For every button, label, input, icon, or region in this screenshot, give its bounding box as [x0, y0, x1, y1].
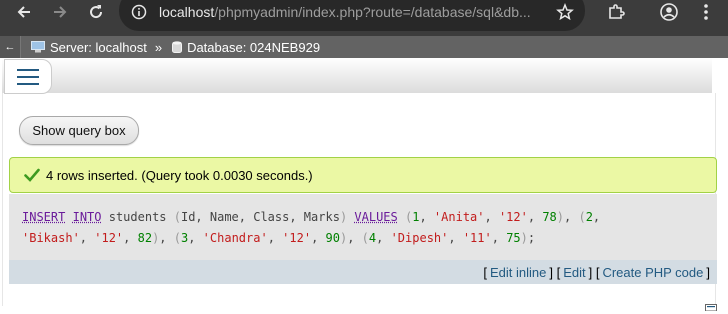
sql-token: 'Bikash'	[22, 231, 80, 245]
sql-token: ,	[188, 231, 203, 245]
breadcrumb: ← Server: localhost » Database: 024NEB92…	[0, 36, 728, 58]
sql-token: 78	[542, 210, 557, 224]
hamburger-icon	[17, 66, 39, 87]
address-bar[interactable]: localhost/phpmyadmin/index.php?route=/da…	[119, 0, 585, 31]
sql-token: 'Dipesh'	[390, 231, 449, 245]
site-info-icon[interactable]	[131, 4, 147, 20]
browser-toolbar: localhost/phpmyadmin/index.php?route=/da…	[0, 0, 728, 36]
top-menu-bar	[2, 58, 712, 94]
sql-token: Id, Name, Class, Marks	[180, 210, 340, 224]
star-icon	[556, 3, 574, 21]
bracket-mid-2: ] [	[588, 264, 600, 280]
forward-button[interactable]	[48, 0, 72, 24]
sql-token: ,	[347, 231, 362, 245]
sql-token: VALUES	[354, 210, 398, 224]
breadcrumb-server[interactable]: Server: localhost	[31, 40, 147, 55]
sql-line-2: 'Bikash', '12', 82), (3, 'Chandra', '12'…	[22, 228, 717, 249]
breadcrumb-server-label: Server: localhost	[50, 39, 147, 55]
database-icon	[172, 40, 183, 54]
arrow-left-icon	[17, 6, 30, 18]
sql-token: (	[578, 210, 586, 224]
browser-menu-button[interactable]	[694, 0, 718, 24]
sql-token: ,	[564, 210, 579, 224]
sql-token: ,	[267, 231, 283, 245]
extensions-button[interactable]	[604, 0, 628, 24]
sql-token: 75	[506, 231, 521, 245]
sql-token: ,	[376, 231, 391, 245]
sql-token: INTO	[72, 210, 102, 224]
show-query-box-button[interactable]: Show query box	[19, 116, 139, 145]
server-icon	[31, 41, 45, 53]
sql-token: ,	[484, 210, 499, 224]
sql-token: '11'	[462, 231, 492, 245]
menu-toggle-button[interactable]	[4, 59, 52, 94]
reload-icon	[90, 5, 103, 19]
sql-token: students	[101, 210, 174, 224]
sql-token: 82	[137, 231, 153, 245]
breadcrumb-separator: »	[154, 39, 163, 55]
breadcrumb-database[interactable]: Database: 024NEB929	[172, 40, 320, 55]
sql-token: ,	[159, 231, 174, 245]
query-actions: [ Edit inline ] [ Edit ] [ Create PHP co…	[9, 260, 717, 284]
url-text: localhost/phpmyadmin/index.php?route=/da…	[159, 4, 531, 20]
sql-token: 90	[325, 231, 340, 245]
bookmark-button[interactable]	[553, 0, 577, 24]
more-vertical-icon	[704, 4, 708, 20]
success-text: 4 rows inserted. (Query took 0.0030 seco…	[46, 167, 313, 183]
console-icon[interactable]	[705, 299, 717, 314]
url-host: localhost	[159, 4, 215, 20]
sql-token: (	[361, 231, 369, 245]
sql-token: ,	[491, 231, 507, 245]
sql-token: ;	[527, 231, 536, 245]
sql-token: 'Chandra'	[202, 231, 268, 245]
collapse-navigation-button[interactable]: ←	[0, 36, 21, 58]
breadcrumb-database-label: Database: 024NEB929	[187, 39, 321, 55]
account-icon	[660, 3, 678, 21]
sql-token: )	[556, 210, 564, 224]
sql-token: (	[173, 210, 181, 224]
puzzle-icon	[609, 4, 625, 19]
sql-token: ,	[448, 231, 463, 245]
arrow-right-icon	[54, 6, 67, 18]
bracket-open: [	[483, 264, 487, 280]
create-php-code-link[interactable]: Create PHP code	[602, 265, 703, 280]
sql-token: ,	[123, 231, 138, 245]
sql-token: '12'	[282, 231, 312, 245]
sql-token: 2	[585, 210, 593, 224]
reload-button[interactable]	[84, 0, 108, 24]
sql-token: '12'	[94, 231, 124, 245]
edit-link[interactable]: Edit	[563, 265, 585, 280]
sql-token: )	[520, 231, 528, 245]
sql-token: ,	[79, 231, 95, 245]
sql-line-1: INSERT INTO students (Id, Name, Class, M…	[22, 207, 717, 228]
edit-inline-link[interactable]: Edit inline	[490, 265, 546, 280]
sql-token: INSERT	[22, 210, 66, 224]
sql-token: (	[173, 231, 181, 245]
sql-token: ,	[419, 210, 434, 224]
bracket-mid-1: ] [	[549, 264, 561, 280]
sql-token: 'Anita'	[433, 210, 485, 224]
back-button[interactable]	[12, 0, 36, 24]
success-message: 4 rows inserted. (Query took 0.0030 seco…	[9, 157, 717, 193]
sql-token: ,	[527, 210, 543, 224]
success-check-icon	[24, 168, 40, 182]
profile-button[interactable]	[657, 0, 681, 24]
bracket-close: ]	[706, 264, 710, 280]
url-path: /phpmyadmin/index.php?route=/database/sq…	[214, 4, 531, 20]
sql-token: ,	[311, 231, 326, 245]
sql-token: ,	[592, 210, 601, 224]
sql-query-display: INSERT INTO students (Id, Name, Class, M…	[9, 194, 717, 260]
sql-token: '12'	[498, 210, 528, 224]
